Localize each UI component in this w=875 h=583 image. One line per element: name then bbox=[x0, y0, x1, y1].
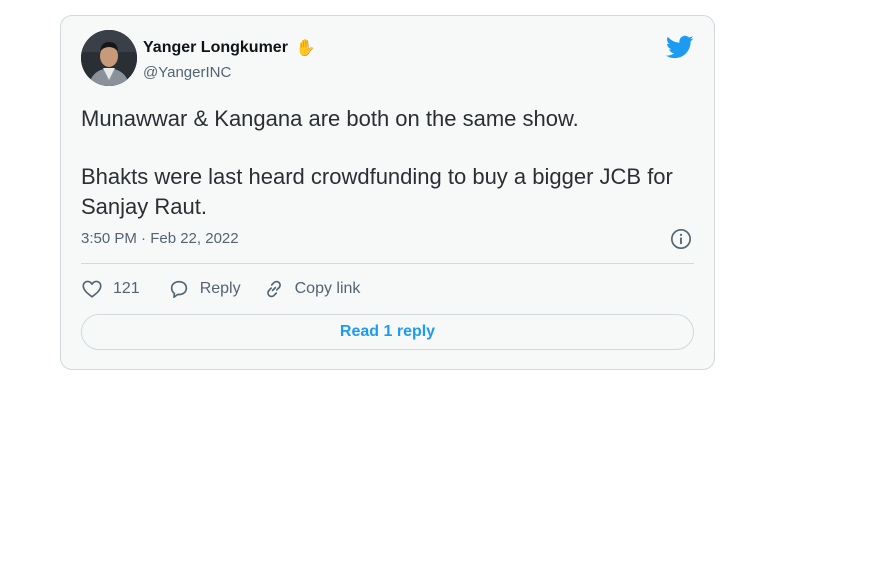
raised-hand-emoji: ✋ bbox=[295, 40, 316, 57]
speech-bubble-icon bbox=[170, 280, 187, 299]
tweet-text: Munawwar & Kangana are both on the same … bbox=[81, 104, 701, 222]
heart-icon bbox=[82, 280, 102, 298]
link-icon bbox=[266, 280, 281, 298]
tweet-author[interactable]: Yanger Longkumer ✋ @YangerINC bbox=[143, 38, 316, 81]
avatar-image bbox=[81, 30, 137, 86]
reply-button[interactable]: Reply bbox=[168, 278, 241, 300]
read-replies-label: Read 1 reply bbox=[339, 323, 436, 340]
tweet-actions: 121 Reply Copy link bbox=[81, 278, 382, 300]
info-icon[interactable] bbox=[670, 228, 692, 250]
avatar[interactable] bbox=[81, 30, 137, 86]
like-count: 121 bbox=[113, 280, 140, 297]
tweet-text-line: Munawwar & Kangana are both on the same … bbox=[81, 106, 579, 131]
copy-link-button[interactable]: Copy link bbox=[263, 278, 361, 300]
tweet-timestamp[interactable]: 3:50 PM · Feb 22, 2022 bbox=[81, 230, 239, 247]
divider bbox=[81, 263, 694, 264]
tweet-text-line: Bhakts were last heard crowdfunding to b… bbox=[81, 164, 673, 219]
twitter-bird-icon[interactable] bbox=[666, 33, 694, 61]
like-button[interactable]: 121 bbox=[81, 278, 140, 300]
read-replies-button[interactable]: Read 1 reply bbox=[81, 314, 694, 350]
author-name[interactable]: Yanger Longkumer bbox=[143, 39, 288, 57]
author-handle[interactable]: @YangerINC bbox=[143, 64, 316, 81]
embedded-tweet-card[interactable]: Yanger Longkumer ✋ @YangerINC Munawwar &… bbox=[60, 15, 715, 370]
reply-label: Reply bbox=[199, 280, 241, 297]
copy-link-label: Copy link bbox=[294, 280, 361, 297]
